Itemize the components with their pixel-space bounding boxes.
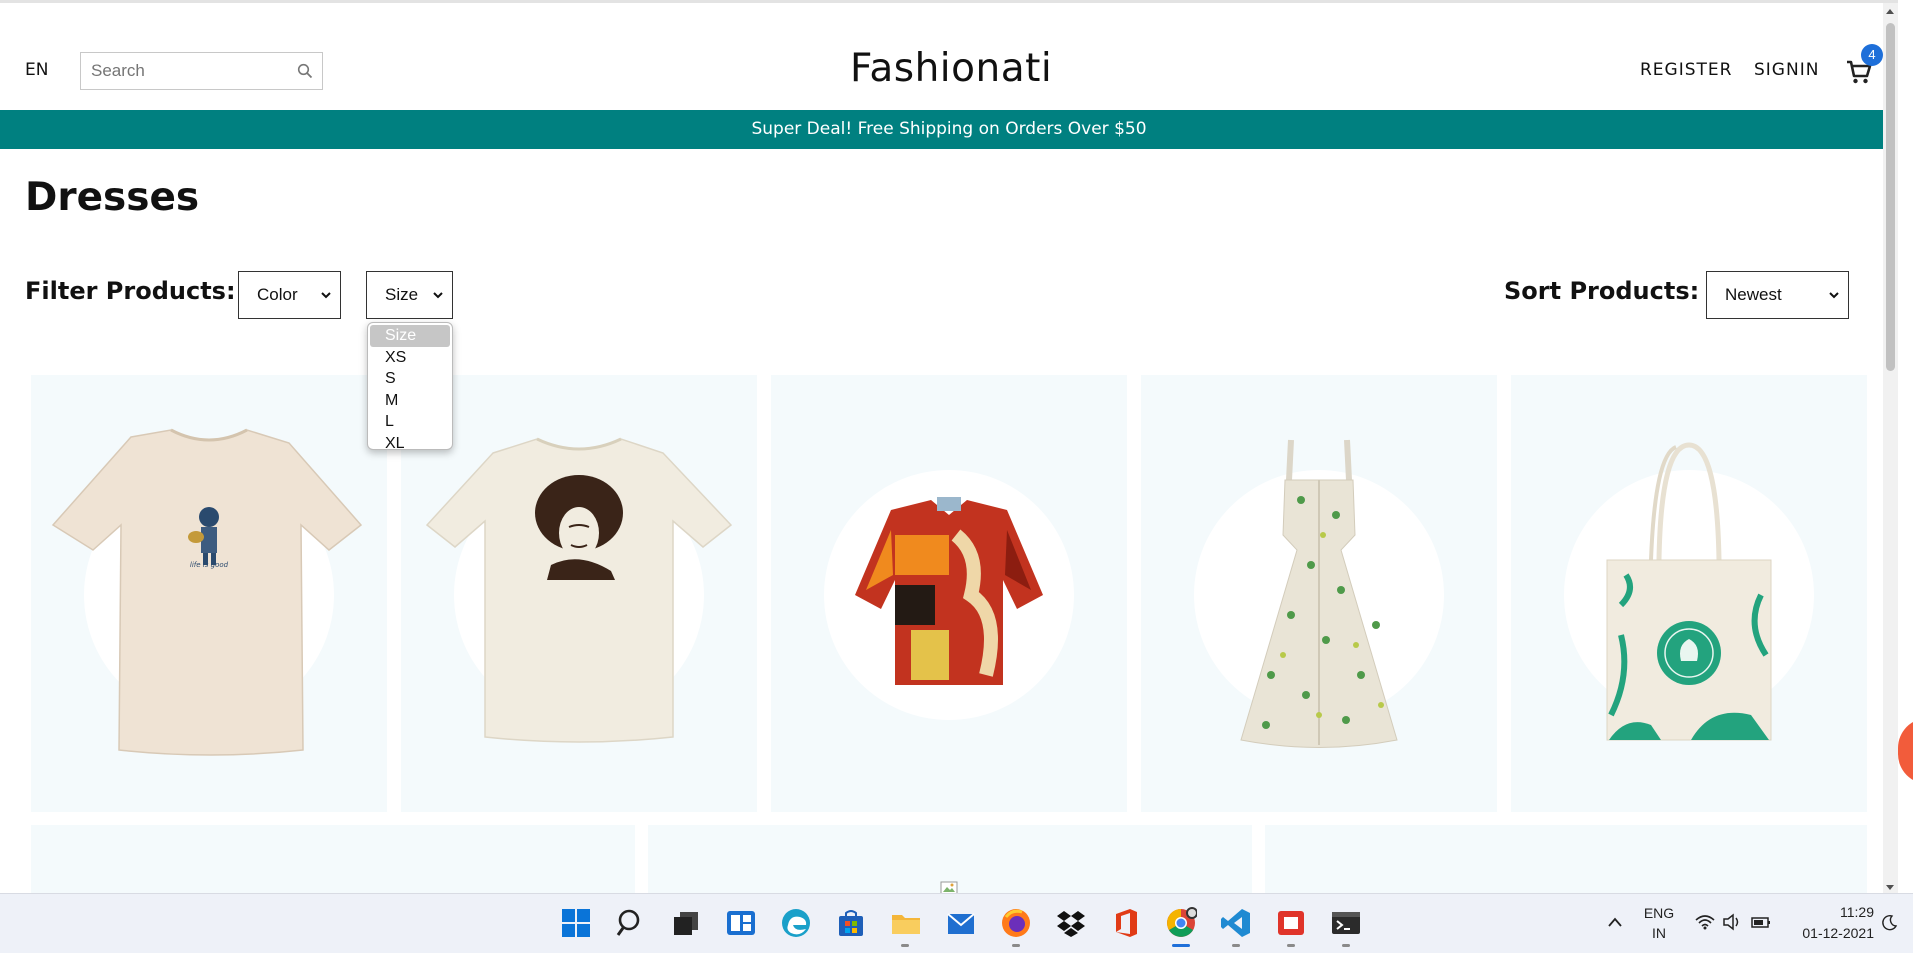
search-box[interactable]: [80, 52, 323, 90]
input-language-line1[interactable]: ENG: [1640, 905, 1678, 921]
size-filter-select[interactable]: Size: [366, 271, 453, 319]
site-header: EN Fashionati REGISTER SIGNIN 4: [0, 6, 1898, 110]
clock-date[interactable]: 01-12-2021: [1790, 925, 1874, 941]
shirt-image: [855, 497, 1043, 685]
chat-widget-bubble[interactable]: [1898, 718, 1913, 784]
page-title: Dresses: [25, 175, 200, 220]
language-selector[interactable]: EN: [25, 60, 48, 80]
volume-icon[interactable]: [1722, 913, 1742, 931]
size-dropdown-list: Size XS S M L XL: [367, 322, 453, 452]
edge-browser-icon[interactable]: [780, 907, 812, 939]
size-option[interactable]: M: [368, 390, 452, 412]
firefox-icon[interactable]: [1000, 907, 1032, 939]
register-link[interactable]: REGISTER: [1640, 60, 1732, 80]
scroll-down-arrow[interactable]: [1886, 885, 1894, 890]
microsoft-store-icon[interactable]: [835, 907, 867, 939]
site-logo[interactable]: Fashionati: [850, 46, 1052, 91]
color-filter-select[interactable]: Color: [238, 271, 341, 319]
running-indicator: [1287, 944, 1295, 947]
product-card[interactable]: [31, 825, 635, 893]
battery-icon[interactable]: [1750, 914, 1772, 930]
windows-start-icon[interactable]: [560, 907, 592, 939]
clock-time[interactable]: 11:29: [1790, 904, 1874, 920]
input-language-line2[interactable]: IN: [1640, 925, 1678, 941]
size-option[interactable]: S: [368, 368, 452, 390]
size-option[interactable]: Size: [370, 325, 450, 347]
color-filter-value: Color: [257, 285, 298, 304]
announcement-bar: Super Deal! Free Shipping on Orders Over…: [0, 110, 1898, 149]
search-input[interactable]: [81, 53, 281, 89]
wifi-icon[interactable]: [1695, 914, 1715, 930]
signin-link[interactable]: SIGNIN: [1754, 60, 1819, 80]
file-explorer-icon[interactable]: [890, 907, 922, 939]
screen-recorder-icon[interactable]: [1275, 907, 1307, 939]
task-view-icon[interactable]: [670, 907, 702, 939]
chevron-down-icon: [433, 292, 443, 299]
sort-select[interactable]: Newest: [1706, 271, 1849, 319]
scrollbar-thumb[interactable]: [1886, 23, 1895, 371]
moon-icon[interactable]: [1880, 914, 1898, 932]
chevron-up-icon[interactable]: [1607, 916, 1623, 928]
search-icon[interactable]: [615, 907, 647, 939]
sort-value: Newest: [1725, 285, 1782, 304]
scroll-up-arrow[interactable]: [1886, 9, 1894, 14]
product-card[interactable]: [401, 375, 757, 812]
product-card[interactable]: [1511, 375, 1867, 812]
office-icon[interactable]: [1110, 907, 1142, 939]
broken-image-icon: [940, 881, 958, 893]
sort-label: Sort Products:: [1504, 277, 1700, 305]
size-filter-value: Size: [385, 285, 419, 304]
mail-icon[interactable]: [945, 907, 977, 939]
product-card[interactable]: life is good: [31, 375, 387, 812]
running-indicator: [901, 944, 909, 947]
tshirt-image: [425, 437, 733, 743]
active-app-indicator: [1172, 944, 1190, 947]
widgets-icon[interactable]: [725, 907, 757, 939]
running-indicator: [1342, 944, 1350, 947]
product-card[interactable]: [1265, 825, 1867, 893]
chevron-down-icon: [321, 292, 331, 299]
product-card[interactable]: [771, 375, 1127, 812]
running-indicator: [1012, 944, 1020, 947]
svg-text:life is good: life is good: [190, 561, 229, 569]
browser-page: EN Fashionati REGISTER SIGNIN 4 Super De…: [0, 0, 1898, 893]
size-option[interactable]: XL: [368, 433, 452, 455]
filter-label: Filter Products:: [25, 277, 236, 305]
product-card[interactable]: [1141, 375, 1497, 812]
chevron-down-icon: [1829, 292, 1839, 299]
tshirt-image: life is good: [51, 428, 363, 756]
search-icon[interactable]: [297, 63, 313, 79]
taskbar: ENG IN 11:29 01-12-2021: [0, 893, 1913, 953]
page-scrollbar[interactable]: [1883, 3, 1898, 893]
chrome-icon[interactable]: [1165, 907, 1197, 939]
size-option[interactable]: L: [368, 411, 452, 433]
running-indicator: [1232, 944, 1240, 947]
terminal-icon[interactable]: [1330, 907, 1362, 939]
tote-bag-image: [1606, 442, 1772, 741]
size-option[interactable]: XS: [368, 347, 452, 369]
dress-image: [1240, 439, 1398, 748]
dropbox-icon[interactable]: [1055, 907, 1087, 939]
cart-count-badge: 4: [1861, 44, 1883, 66]
vscode-icon[interactable]: [1220, 907, 1252, 939]
